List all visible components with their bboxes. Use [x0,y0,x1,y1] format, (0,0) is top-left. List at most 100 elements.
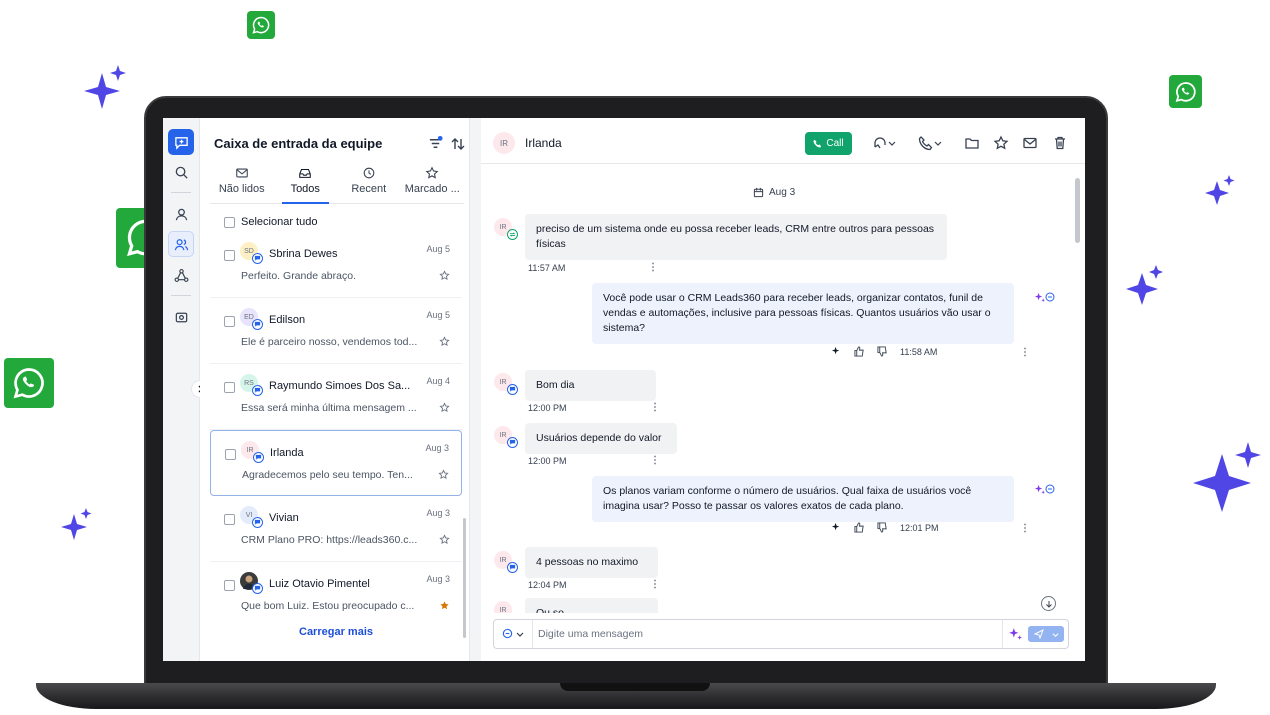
tab-unread[interactable]: Não lidos [210,164,274,203]
chat-bubble-icon [509,439,516,445]
avatar-photo [240,572,263,594]
list-item[interactable]: RS Raymundo Simoes Dos Sa... Aug 4 Essa … [210,364,462,430]
star-icon[interactable] [439,336,450,347]
scroll-to-bottom-button[interactable] [1041,596,1056,611]
delete-button[interactable] [1051,134,1069,152]
star-filled-icon[interactable] [439,600,450,611]
avatar-initials: IR [246,446,254,454]
star-button[interactable] [992,134,1010,152]
list-item[interactable]: Luiz Otavio Pimentel Aug 3 Que bom Luiz.… [210,562,462,628]
avatar: SD [240,242,263,264]
list-item-selected[interactable]: IR Irlanda Aug 3 Agradecemos pelo seu te… [210,430,462,496]
sparkle-icon [1205,175,1235,205]
folder-icon [965,138,979,149]
team-inbox-button[interactable] [168,231,194,257]
message-time: 12:01 PM [900,522,939,533]
row-checkbox[interactable] [224,514,235,525]
thumbs-up-icon[interactable] [854,522,865,533]
avatar: RS [240,374,263,396]
row-checkbox[interactable] [224,250,235,261]
clock-icon [363,167,375,179]
sender-avatar: IR [494,373,518,395]
star-icon[interactable] [439,270,450,281]
new-chat-button[interactable] [168,129,194,155]
conversation-date: Aug 3 [426,508,450,518]
message-preview: Agradecemos pelo seu tempo. Ten... [242,469,413,481]
ai-agent-button[interactable] [168,304,194,330]
chat-scrollbar[interactable] [1075,178,1080,243]
list-item[interactable]: VI Vivian Aug 3 CRM Plano PRO: https://l… [210,496,462,562]
message-menu-button[interactable]: ⋮ [1020,347,1030,358]
ai-sparkle-icon[interactable] [1008,627,1022,641]
contact-avatar[interactable]: IR [493,132,515,154]
thumbs-down-icon[interactable] [877,346,888,357]
select-all-label: Selecionar tudo [241,216,318,228]
list-item[interactable]: ED Edilson Aug 5 Ele é parceiro nosso, v… [210,298,462,364]
sparkle-icon [1126,265,1163,305]
tab-all[interactable]: Todos [274,164,338,204]
users-icon [174,238,188,250]
select-all-checkbox[interactable] [224,216,235,228]
message-menu-button[interactable]: ⋮ [650,579,660,590]
list-item[interactable]: SD Sbrina Dewes Aug 5 Perfeito. Grande a… [210,232,462,298]
chat-bubble-icon [254,585,261,591]
whatsapp-logo-icon [247,11,275,39]
headset-icon [874,137,886,149]
contacts-button[interactable] [168,201,194,227]
channel-badge [253,452,264,463]
thumbs-down-icon[interactable] [877,522,888,533]
tab-label: Todos [290,183,320,195]
select-all-row[interactable]: Selecionar tudo [224,216,317,228]
call-button[interactable]: Call [805,132,852,155]
send-button[interactable] [1028,626,1064,642]
ai-sparkle-icon[interactable] [831,522,842,533]
sort-button[interactable] [449,135,467,153]
conversation-date: Aug 5 [426,310,450,320]
channel-badge [507,384,518,395]
message-menu-button[interactable]: ⋮ [1020,523,1030,534]
contact-name: Sbrina Dewes [269,248,338,260]
assign-dropdown[interactable] [869,134,899,152]
search-button[interactable] [168,159,194,185]
email-button[interactable] [1021,134,1039,152]
workflows-button[interactable] [168,262,194,288]
inbox-icon [299,168,312,178]
list-scrollbar[interactable] [463,518,466,638]
nav-rail [163,118,209,661]
message-time: 12:00 PM [528,403,567,413]
message-time: 12:04 PM [528,580,567,590]
contact-name[interactable]: Irlanda [525,136,562,150]
outgoing-message: Você pode usar o CRM Leads360 para receb… [592,283,1014,344]
row-checkbox[interactable] [224,382,235,393]
message-actions: 11:58 AM [831,346,937,357]
message-menu-button[interactable]: ⋮ [650,402,660,413]
message-menu-button[interactable]: ⋮ [650,455,660,466]
incoming-message: Bom dia [525,370,656,401]
row-checkbox[interactable] [224,580,235,591]
avatar-initials: VI [245,511,253,519]
star-icon[interactable] [438,469,449,480]
filter-button[interactable] [427,135,443,151]
phone-dropdown[interactable] [915,134,945,152]
ai-sparkle-icon[interactable] [831,346,842,357]
row-checkbox[interactable] [225,449,236,460]
phone-icon [813,139,822,148]
ai-agent-avatar [1034,480,1056,498]
message-menu-button[interactable]: ⋮ [648,262,658,273]
tab-recent[interactable]: Recent [337,164,401,203]
star-icon[interactable] [439,402,450,413]
load-more-button[interactable]: Carregar mais [210,626,462,638]
thumbs-up-icon[interactable] [854,346,865,357]
star-icon[interactable] [439,534,450,545]
row-checkbox[interactable] [224,316,235,327]
tab-starred[interactable]: Marcado ... [401,164,465,203]
sender-avatar: IR [494,601,512,613]
app-screen: Caixa de entrada da equipe Não lidos Tod… [163,118,1085,661]
channel-selector[interactable] [502,628,524,639]
bot-icon [175,312,187,322]
folder-button[interactable] [963,134,981,152]
message-time: 11:57 AM [528,263,566,273]
ai-sparkle-icon [1034,292,1045,302]
chat-bubble-icon [254,387,261,393]
message-input[interactable] [538,620,958,648]
